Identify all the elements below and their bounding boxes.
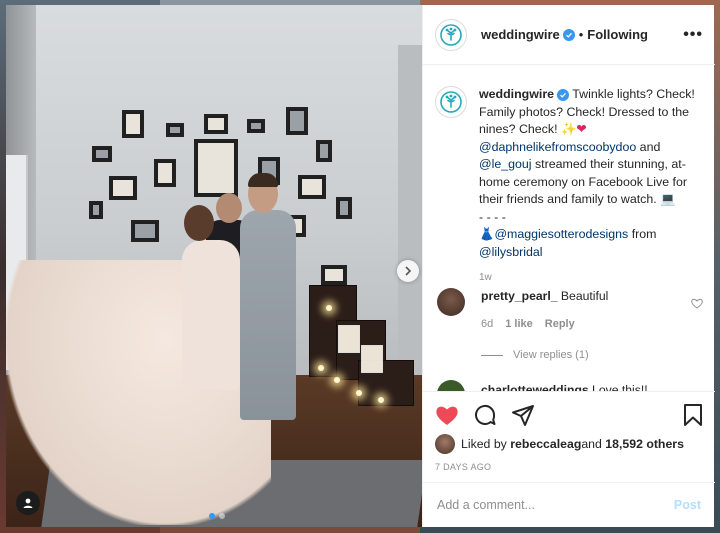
- comment-age[interactable]: 6d: [481, 316, 493, 332]
- commenter-avatar[interactable]: [437, 288, 465, 316]
- wall-frame: [298, 175, 326, 199]
- mention-link[interactable]: @lilysbridal: [479, 245, 543, 259]
- caption-and: and: [636, 139, 661, 154]
- post-header: weddingwire • Following •••: [423, 5, 715, 65]
- wall-frame: [336, 197, 352, 219]
- post-timestamp[interactable]: 7 DAYS AGO: [435, 462, 703, 472]
- instagram-post-modal: weddingwire • Following ••• weddingwire: [0, 0, 720, 533]
- carousel-dot: [219, 513, 225, 519]
- carousel-dot-active: [209, 513, 215, 519]
- shelf-frame: [321, 265, 347, 285]
- comment-meta: 6d 1 like Reply: [481, 316, 681, 332]
- comment: pretty_pearl_ Beautiful 6d 1 like Reply: [437, 288, 703, 332]
- verified-icon: [562, 28, 575, 41]
- wall-frame-center: [194, 139, 238, 197]
- post-actions: Liked by rebeccaleag and 18,592 others 7…: [423, 391, 715, 495]
- liked-by-others[interactable]: 18,592 others: [605, 437, 684, 451]
- caption-dashes: - - - -: [479, 209, 506, 224]
- sparkles-emoji: ✨: [560, 122, 577, 136]
- dress-emoji: 👗: [479, 227, 495, 241]
- following-button[interactable]: Following: [587, 27, 648, 42]
- wall-frame: [204, 114, 228, 134]
- view-replies-button[interactable]: View replies (1): [481, 349, 589, 361]
- caption-author-avatar[interactable]: [435, 86, 467, 118]
- wall-frame: [166, 123, 184, 137]
- liked-by-user[interactable]: rebeccaleag: [510, 437, 581, 451]
- wall-frame: [109, 176, 137, 200]
- groom-hair: [248, 173, 278, 187]
- follow-separator: •: [578, 27, 584, 42]
- post-side-panel: weddingwire • Following ••• weddingwire: [422, 5, 715, 527]
- lantern: [361, 345, 383, 373]
- wall-frame: [286, 107, 308, 135]
- next-image-button[interactable]: [397, 260, 419, 282]
- image-right-wall: [398, 45, 422, 380]
- caption-from: from: [628, 227, 657, 241]
- author-username[interactable]: weddingwire: [481, 27, 560, 42]
- post-image[interactable]: [6, 5, 422, 527]
- weddingwire-logo-icon: [440, 91, 462, 113]
- weddingwire-logo-icon: [440, 23, 462, 46]
- comment-text: Love this!!: [588, 383, 648, 391]
- heart-icon[interactable]: [435, 404, 459, 426]
- caption-author[interactable]: weddingwire: [479, 87, 554, 101]
- candle-light: [334, 377, 340, 383]
- mention-link[interactable]: @daphnelikefromscoobydoo: [479, 140, 636, 154]
- view-replies-label: View replies (1): [513, 349, 589, 361]
- caption-text: weddingwire Twinkle lights? Check! Famil…: [479, 86, 705, 287]
- more-options-button[interactable]: •••: [683, 26, 703, 44]
- comment-body: charlotteweddings Love this!!: [481, 383, 648, 391]
- candle-light: [356, 390, 362, 396]
- liker-avatar[interactable]: [435, 434, 455, 454]
- user-tag-icon: [23, 498, 33, 508]
- candle-light: [326, 305, 332, 311]
- caption-age[interactable]: 1w: [479, 269, 705, 287]
- replies-divider: [481, 354, 503, 356]
- comment-username[interactable]: charlotteweddings: [481, 383, 589, 391]
- wall-frame: [92, 146, 112, 162]
- post-comment-button[interactable]: Post: [674, 498, 701, 512]
- author-avatar[interactable]: [435, 18, 467, 51]
- wall-frame: [316, 140, 332, 162]
- wall-frame: [131, 220, 159, 242]
- comment-input[interactable]: [437, 498, 674, 512]
- bookmark-icon[interactable]: [683, 403, 703, 427]
- groom: [240, 210, 296, 420]
- officiant-head: [216, 193, 242, 223]
- caption: weddingwire Twinkle lights? Check! Famil…: [435, 86, 705, 287]
- candle-light: [318, 365, 324, 371]
- bride: [182, 240, 240, 390]
- wall-frame: [122, 110, 144, 138]
- comment-icon[interactable]: [473, 403, 497, 427]
- share-icon[interactable]: [511, 403, 535, 427]
- comment-username[interactable]: pretty_pearl_: [481, 289, 558, 303]
- commenter-avatar[interactable]: [437, 380, 465, 391]
- wall-frame: [247, 119, 265, 133]
- comment-text: Beautiful: [557, 289, 609, 303]
- wall-frame: [89, 201, 103, 219]
- tagged-users-button[interactable]: [16, 491, 40, 515]
- comment-body: pretty_pearl_ Beautiful 6d 1 like Reply: [481, 288, 681, 332]
- action-icons: [435, 392, 703, 432]
- liked-by-and: and: [581, 437, 602, 451]
- liked-by-prefix: Liked by: [461, 437, 507, 451]
- laptop-emoji: 💻: [660, 192, 676, 206]
- comment: charlotteweddings Love this!!: [437, 380, 703, 391]
- heart-icon[interactable]: [691, 298, 703, 309]
- comments-scroll-area[interactable]: weddingwire Twinkle lights? Check! Famil…: [423, 66, 715, 391]
- carousel-indicator: [209, 513, 225, 519]
- add-comment-bar: Post: [423, 482, 715, 527]
- bride-head: [184, 205, 214, 241]
- mention-link[interactable]: @le_gouj: [479, 157, 532, 171]
- comment-reply-button[interactable]: Reply: [545, 316, 575, 332]
- heart-emoji: ❤: [576, 122, 587, 136]
- comment-likes[interactable]: 1 like: [505, 316, 533, 332]
- candle-light: [378, 397, 384, 403]
- verified-icon: [557, 89, 570, 101]
- chevron-right-icon: [405, 266, 412, 276]
- lantern: [338, 325, 360, 353]
- wall-frame: [154, 159, 176, 187]
- likes-summary: Liked by rebeccaleag and 18,592 others: [435, 434, 703, 454]
- mention-link[interactable]: @maggiesotterodesigns: [494, 227, 628, 241]
